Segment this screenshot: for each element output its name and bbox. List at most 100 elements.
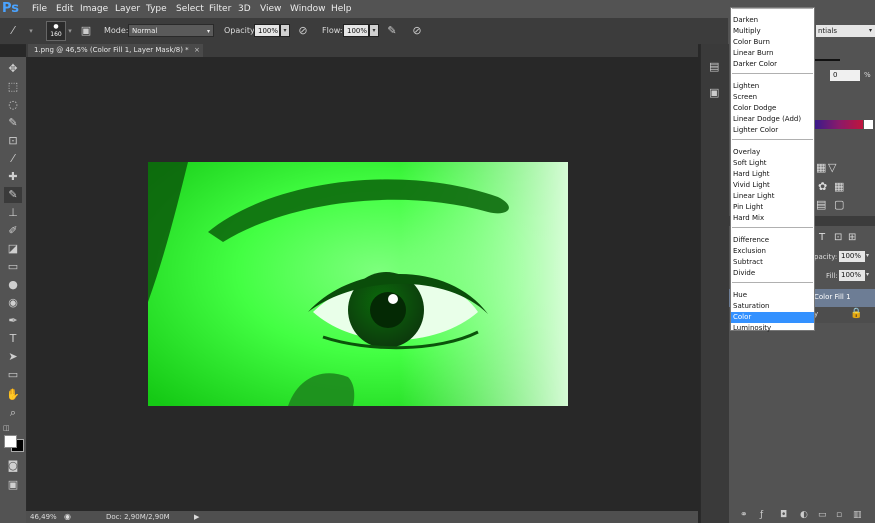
menu-image[interactable]: Image [80, 0, 108, 18]
blend-item-darken[interactable]: Darken [731, 15, 814, 26]
rectangle-icon[interactable]: ▭ [4, 367, 22, 383]
mode-select[interactable]: Normal ▾ [128, 24, 214, 37]
adjust-value-input[interactable]: 0 [830, 70, 860, 81]
brush-size-picker[interactable]: ● 160 [46, 21, 66, 41]
menu-layer[interactable]: Layer [115, 0, 140, 18]
blend-item-darker-color[interactable]: Darker Color [731, 59, 814, 70]
blend-item-multiply[interactable]: Multiply [731, 26, 814, 37]
blend-item-luminosity[interactable]: Luminosity [731, 323, 814, 334]
pressure-opacity-icon[interactable]: ⊘ [296, 24, 310, 38]
move-icon[interactable]: ✥ [4, 61, 22, 77]
filter-type-icon[interactable]: T [819, 232, 825, 243]
adjust-grid-icon[interactable]: ▦ [834, 180, 844, 193]
layers-opacity-chevron-icon[interactable]: ▾ [866, 252, 869, 259]
menu-edit[interactable]: Edit [56, 0, 73, 18]
trash-icon[interactable]: ▥ [853, 510, 862, 520]
blur-icon[interactable]: ● [4, 277, 22, 293]
status-icon[interactable]: ◉ [64, 511, 71, 523]
adjust-levels-icon[interactable]: ▦ [816, 161, 826, 174]
blend-item-color-burn[interactable]: Color Burn [731, 37, 814, 48]
group-icon[interactable]: ▭ [818, 510, 827, 520]
blend-item-lighten[interactable]: Lighten [731, 81, 814, 92]
zoom-icon[interactable]: ⌕ [4, 405, 22, 421]
new-layer-icon[interactable]: ▫ [836, 510, 842, 520]
adjust-triangle-icon[interactable]: ▽ [828, 161, 836, 174]
adjust-solid-icon[interactable]: ▢ [834, 198, 844, 211]
fill-chevron-icon[interactable]: ▾ [866, 271, 869, 278]
blend-item-hue[interactable]: Hue [731, 290, 814, 301]
blend-item-divide[interactable]: Divide [731, 268, 814, 279]
preset-dropdown-icon[interactable]: ▾ [26, 24, 36, 38]
opacity-input[interactable]: 100% [254, 24, 280, 37]
blend-item-color[interactable]: Color [731, 312, 814, 323]
pen-icon[interactable]: ✒ [4, 313, 22, 329]
blend-item-hard-mix[interactable]: Hard Mix [731, 213, 814, 224]
blend-item-overlay[interactable]: Overlay [731, 147, 814, 158]
blend-item-soft-light[interactable]: Soft Light [731, 158, 814, 169]
adjustment-layer-icon[interactable]: ◐ [800, 510, 808, 520]
airbrush-icon[interactable]: ✎ [385, 24, 399, 38]
blend-item-screen[interactable]: Screen [731, 92, 814, 103]
blend-item-subtract[interactable]: Subtract [731, 257, 814, 268]
filter-smart-icon[interactable]: ⊞ [848, 232, 856, 243]
flow-input[interactable]: 100% [343, 24, 369, 37]
filter-shape-icon[interactable]: ⊡ [834, 232, 842, 243]
blend-item-linear-dodge-add[interactable]: Linear Dodge (Add) [731, 114, 814, 125]
lasso-icon[interactable]: ◌ [4, 97, 22, 113]
history-panel-icon[interactable]: ▤ [709, 60, 719, 73]
blend-item-lighter-color[interactable]: Lighter Color [731, 125, 814, 136]
fill-input[interactable]: 100% [839, 270, 865, 281]
blend-item-color-dodge[interactable]: Color Dodge [731, 103, 814, 114]
blend-item-linear-burn[interactable]: Linear Burn [731, 48, 814, 59]
stamp-icon[interactable]: ⊥ [4, 205, 22, 221]
link-layers-icon[interactable]: ⚭ [740, 510, 748, 520]
blend-item-hard-light[interactable]: Hard Light [731, 169, 814, 180]
blend-item-difference[interactable]: Difference [731, 235, 814, 246]
eyedropper-icon[interactable]: ⁄ [4, 151, 22, 167]
crop-icon[interactable]: ⊡ [4, 133, 22, 149]
close-tab-icon[interactable]: × [194, 44, 200, 57]
fx-icon[interactable]: ƒ [760, 510, 763, 520]
screen-mode-icon[interactable]: ▣ [4, 477, 22, 493]
color-ramp-white[interactable] [864, 120, 873, 129]
brush-tool-preset-icon[interactable]: ⁄ [6, 24, 20, 38]
menu-select[interactable]: Select [176, 0, 204, 18]
color-ramp[interactable] [815, 120, 863, 129]
eraser-icon[interactable]: ◪ [4, 241, 22, 257]
blend-item-exclusion[interactable]: Exclusion [731, 246, 814, 257]
history-brush-icon[interactable]: ✐ [4, 223, 22, 239]
brush-icon[interactable]: ✎ [4, 187, 22, 203]
marquee-icon[interactable]: ⬚ [4, 79, 22, 95]
menu-type[interactable]: Type [146, 0, 167, 18]
menu-window[interactable]: Window [290, 0, 326, 18]
layers-opacity-input[interactable]: 100% [839, 251, 865, 262]
blend-item-pin-light[interactable]: Pin Light [731, 202, 814, 213]
foreground-color-swatch[interactable] [4, 435, 17, 448]
flow-slider-button[interactable]: ▾ [369, 24, 379, 37]
blend-item-vivid-light[interactable]: Vivid Light [731, 180, 814, 191]
properties-panel-icon[interactable]: ▣ [709, 86, 719, 99]
blend-item-saturation[interactable]: Saturation [731, 301, 814, 312]
adjust-map-icon[interactable]: ▤ [816, 198, 826, 211]
pressure-size-icon[interactable]: ⊘ [410, 24, 424, 38]
dodge-icon[interactable]: ◉ [4, 295, 22, 311]
quick-mask-icon[interactable]: ◙ [4, 458, 22, 474]
adjust-channel-icon[interactable]: ✿ [818, 180, 827, 193]
status-menu-arrow-icon[interactable]: ▶ [194, 511, 199, 523]
gradient-icon[interactable]: ▭ [4, 259, 22, 275]
document-image[interactable] [148, 162, 568, 406]
blend-item-linear-light[interactable]: Linear Light [731, 191, 814, 202]
menu-view[interactable]: View [260, 0, 281, 18]
menu-file[interactable]: File [32, 0, 47, 18]
quick-select-icon[interactable]: ✎ [4, 115, 22, 131]
zoom-level[interactable]: 46,49% [30, 511, 57, 523]
brush-size-dropdown-icon[interactable]: ▾ [66, 24, 74, 38]
add-mask-icon[interactable]: ◘ [780, 510, 787, 520]
hand-icon[interactable]: ✋ [4, 387, 22, 403]
opacity-slider-button[interactable]: ▾ [280, 24, 290, 37]
menu-filter[interactable]: Filter [209, 0, 231, 18]
menu-3d[interactable]: 3D [238, 0, 251, 18]
document-tab[interactable]: 1.png @ 46,5% (Color Fill 1, Layer Mask/… [28, 44, 203, 57]
healing-icon[interactable]: ✚ [4, 169, 22, 185]
path-select-icon[interactable]: ➤ [4, 349, 22, 365]
